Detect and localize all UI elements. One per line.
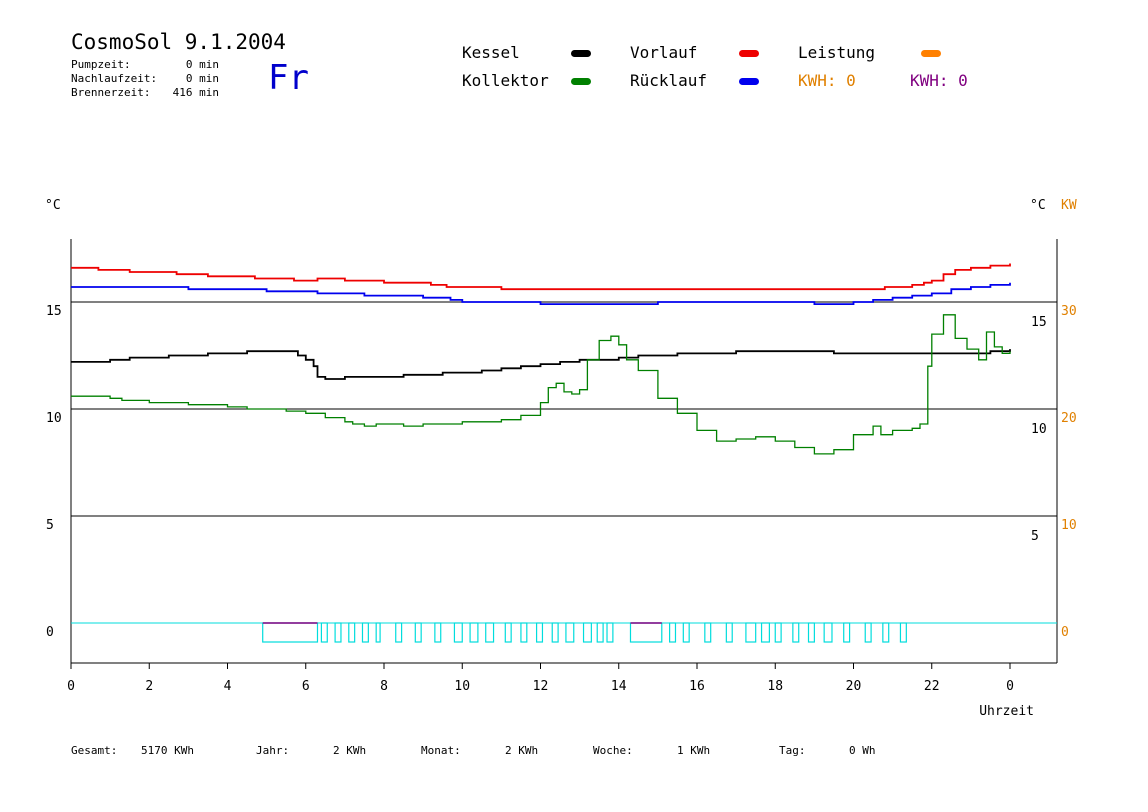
pump-block (596, 622, 604, 643)
pump-block (320, 622, 328, 643)
footer-woche-value: 1 KWh (677, 744, 711, 757)
pump-block (348, 622, 356, 643)
x-tick-label: 4 (224, 679, 232, 694)
x-tick-label: 8 (380, 679, 388, 694)
y-left-tick-label: 0 (46, 625, 54, 640)
footer-gesamt-label: Gesamt: (71, 744, 118, 757)
footer-jahr-label: Jahr: (256, 744, 290, 757)
pump-block (882, 622, 890, 643)
y-right-tick-label: 10 (1031, 422, 1047, 437)
pump-block (469, 622, 479, 643)
series-rcklauf (71, 282, 1011, 305)
x-tick-label: 6 (302, 679, 310, 694)
x-tick-label: 18 (767, 679, 783, 694)
x-tick-label: 16 (689, 679, 705, 694)
y-power-tick-label: 10 (1061, 518, 1077, 533)
x-tick-label: 10 (454, 679, 470, 694)
x-tick-label: 2 (145, 679, 153, 694)
y-right-tick-label: 5 (1031, 529, 1039, 544)
pump-block (485, 622, 495, 643)
y-power-tick-label: 0 (1061, 625, 1069, 640)
pump-block (453, 622, 463, 643)
footer-jahr-value: 2 KWh (333, 744, 367, 757)
series-kessel (71, 349, 1011, 380)
y-left-tick-label: 5 (46, 518, 54, 533)
pump-block (792, 622, 800, 643)
y-left-tick-label: 15 (46, 304, 62, 319)
x-tick-label: 20 (846, 679, 862, 694)
pump-block (606, 622, 614, 643)
footer-woche-label: Woche: (593, 744, 633, 757)
pump-block (375, 622, 381, 643)
pump-block (725, 622, 733, 643)
y-left-tick-label: 10 (46, 411, 62, 426)
pump-block (843, 622, 851, 643)
y-power-tick-label: 20 (1061, 411, 1077, 426)
y-right-tick-label: 15 (1031, 315, 1047, 330)
pump-block (504, 622, 512, 643)
y-left-unit-label: °C (45, 198, 61, 213)
y-power-unit-label: KW (1061, 198, 1077, 213)
series-kollektor (71, 314, 1011, 455)
footer-tag-label: Tag: (779, 744, 806, 757)
pump-block (823, 622, 833, 643)
footer-tag-value: 0 Wh (849, 744, 876, 757)
x-tick-label: 22 (924, 679, 940, 694)
footer-monat-value: 2 KWh (505, 744, 539, 757)
pump-block (361, 622, 369, 643)
pump-block (551, 622, 559, 643)
y-right-unit-label: °C (1030, 198, 1046, 213)
pump-block (434, 622, 442, 643)
pump-block (807, 622, 815, 643)
y-power-tick-label: 30 (1061, 304, 1077, 319)
pump-block (582, 622, 592, 643)
pump-block (535, 622, 544, 643)
pump-block (760, 622, 770, 643)
pump-block (414, 622, 422, 643)
pump-block (745, 622, 757, 643)
x-axis-label: Uhrzeit (979, 704, 1034, 719)
pump-block (682, 622, 690, 643)
footer-gesamt-value: 5170 KWh (141, 744, 194, 757)
temperature-chart: 15 10 5 0 15 10 5 30 20 10 0 °C °C KW 0 2 4 6 8 10 12 14 16 18 2… (45, 198, 1077, 719)
pump-block (520, 622, 528, 643)
pump-block (395, 622, 403, 643)
pump-block (774, 622, 782, 643)
pump-block (334, 622, 342, 643)
series-vorlauf (71, 263, 1011, 291)
pump-block (669, 622, 677, 643)
pump-block (262, 622, 319, 643)
x-tick-label: 14 (611, 679, 627, 694)
pump-block (565, 622, 575, 643)
pump-block (704, 622, 712, 643)
pump-block (864, 622, 872, 643)
footer-monat-label: Monat: (421, 744, 461, 757)
pump-block (629, 622, 663, 643)
x-tick-label: 0 (1006, 679, 1014, 694)
pump-block (899, 622, 907, 643)
x-tick-label: 0 (67, 679, 75, 694)
x-tick-label: 12 (533, 679, 549, 694)
